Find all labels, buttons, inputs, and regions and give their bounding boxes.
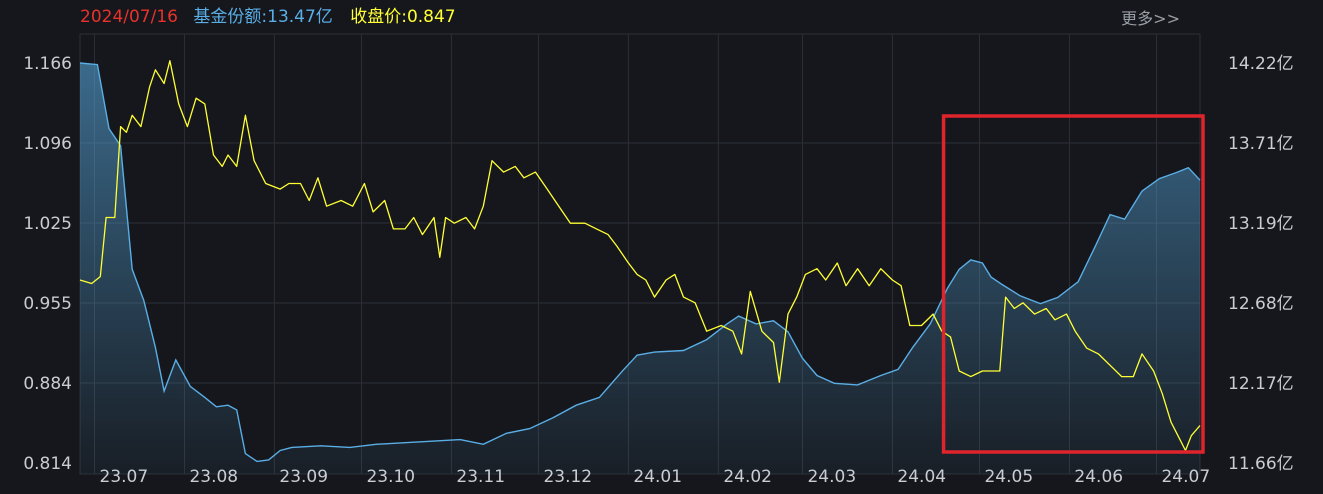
more-link[interactable]: 更多>> — [1121, 9, 1180, 28]
header-share-value: 13.47亿 — [267, 7, 333, 27]
x-tick-label: 23.11 — [456, 467, 505, 487]
y-right-tick-label: 13.19亿 — [1228, 214, 1294, 234]
y-left-tick-label: 0.814 — [23, 454, 72, 474]
y-left-tick-label: 1.096 — [23, 134, 72, 154]
x-tick-label: 24.02 — [723, 467, 772, 487]
x-tick-label: 24.05 — [984, 467, 1033, 487]
y-right-tick-label: 12.68亿 — [1228, 294, 1294, 314]
x-tick-label: 23.08 — [189, 467, 238, 487]
x-tick-label: 24.03 — [807, 467, 856, 487]
header-close-value: 0.847 — [407, 7, 456, 27]
x-tick-label: 24.04 — [897, 467, 946, 487]
x-tick-label: 24.07 — [1161, 467, 1210, 487]
header-close-label: 收盘价: — [350, 7, 407, 27]
y-left-tick-label: 1.166 — [23, 54, 72, 74]
share-area-layer — [79, 62, 1201, 474]
y-right-tick-label: 13.71亿 — [1228, 134, 1294, 154]
x-tick-label: 23.10 — [366, 467, 415, 487]
x-tick-label: 23.07 — [100, 467, 149, 487]
x-tick-label: 23.09 — [279, 467, 328, 487]
share-area-fill — [80, 63, 1200, 474]
y-right-tick-label: 12.17亿 — [1228, 374, 1294, 394]
y-right-tick-label: 11.66亿 — [1228, 454, 1294, 474]
header-line: 2024/07/16 基金份额:13.47亿 收盘价:0.847 — [80, 7, 456, 27]
x-tick-label: 24.06 — [1074, 467, 1123, 487]
right-axis: 14.22亿 13.71亿 13.19亿 12.68亿 12.17亿 11.66亿 — [1228, 54, 1294, 474]
y-left-tick-label: 0.955 — [23, 294, 72, 314]
y-left-tick-label: 1.025 — [23, 214, 72, 234]
header-date: 2024/07/16 — [80, 7, 178, 27]
fund-chart: 2024/07/16 基金份额:13.47亿 收盘价:0.847 更多>> 1.… — [23, 7, 1294, 487]
x-tick-label: 23.12 — [543, 467, 592, 487]
y-left-tick-label: 0.884 — [23, 374, 72, 394]
header-share-label: 基金份额: — [193, 7, 267, 27]
left-axis: 1.166 1.096 1.025 0.955 0.884 0.814 — [23, 54, 72, 474]
x-tick-label: 24.01 — [633, 467, 682, 487]
y-right-tick-label: 14.22亿 — [1228, 54, 1294, 74]
